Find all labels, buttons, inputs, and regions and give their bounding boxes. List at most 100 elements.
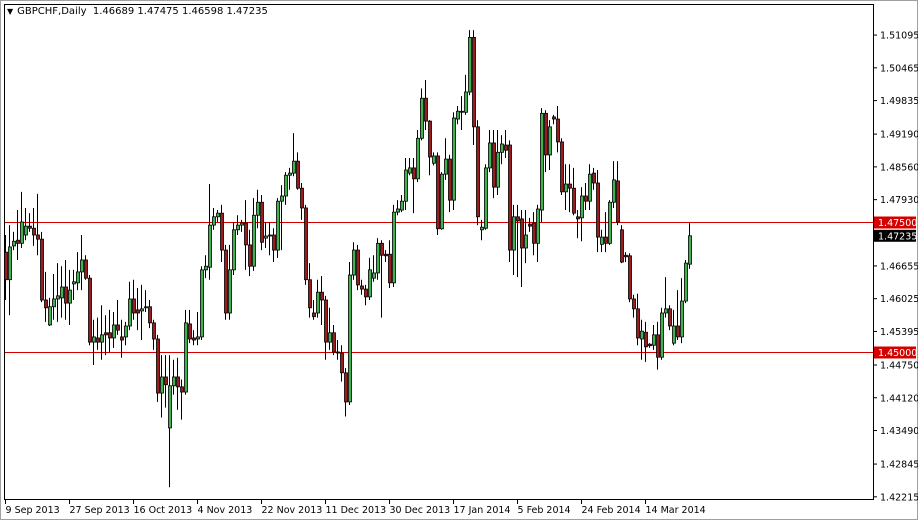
bull-candle-body bbox=[352, 249, 356, 276]
bull-candle-body bbox=[92, 336, 96, 343]
bear-candle-body bbox=[40, 238, 44, 301]
time-tick-label: 30 Dec 2013 bbox=[390, 505, 451, 516]
bear-candle-body bbox=[504, 144, 508, 151]
bull-candle-body bbox=[420, 97, 424, 139]
bear-candle-body bbox=[224, 249, 228, 314]
bull-candle-body bbox=[500, 143, 504, 153]
bear-candle-body bbox=[428, 120, 432, 158]
bear-candle-body bbox=[568, 183, 572, 189]
bear-candle-body bbox=[628, 255, 632, 300]
bull-candle-body bbox=[172, 376, 176, 387]
bull-candle-body bbox=[144, 306, 148, 309]
bear-candle-body bbox=[260, 201, 264, 243]
bull-candle-body bbox=[688, 235, 692, 265]
bull-candle-body bbox=[580, 195, 584, 219]
horizontal-line-price-label: 1.45000 bbox=[878, 348, 917, 359]
bull-candle-body bbox=[196, 336, 200, 340]
bull-candle-body bbox=[160, 376, 164, 394]
bull-candle-body bbox=[368, 269, 372, 298]
bull-candle-body bbox=[276, 200, 280, 251]
bear-candle-body bbox=[188, 323, 192, 340]
bear-candle-body bbox=[36, 234, 40, 240]
bull-candle-body bbox=[52, 298, 56, 308]
symbol-label: GBPCHF,Daily bbox=[17, 6, 87, 17]
bear-candle-body bbox=[44, 299, 48, 309]
bull-candle-body bbox=[348, 274, 352, 403]
bear-candle-body bbox=[644, 331, 648, 348]
price-tick-label: 1.42845 bbox=[880, 460, 918, 471]
bull-candle-body bbox=[468, 37, 472, 93]
bear-candle-body bbox=[360, 285, 364, 290]
bear-candle-body bbox=[32, 227, 36, 236]
bear-candle-body bbox=[528, 223, 532, 227]
bear-candle-body bbox=[648, 343, 652, 347]
bull-candle-body bbox=[548, 126, 552, 156]
bull-candle-body bbox=[452, 117, 456, 201]
bear-candle-body bbox=[624, 254, 628, 258]
bear-candle-body bbox=[552, 116, 556, 120]
bull-candle-body bbox=[588, 173, 592, 202]
bear-candle-body bbox=[332, 332, 336, 353]
candlestick-chart[interactable]: 1.51095 1.50465 1.49835 1.49190 1.48560 1.479… bbox=[0, 0, 918, 520]
bull-candle-body bbox=[400, 200, 404, 211]
candle bbox=[660, 307, 664, 360]
bear-candle-body bbox=[116, 324, 120, 331]
price-axis[interactable]: 1.51095 1.50465 1.49835 1.49190 1.48560 1.479… bbox=[873, 31, 918, 504]
bear-candle-body bbox=[244, 222, 248, 246]
bear-candle-body bbox=[296, 160, 300, 189]
bull-candle-body bbox=[680, 300, 684, 338]
bear-candle-body bbox=[164, 376, 168, 386]
bear-candle-body bbox=[636, 308, 640, 339]
bull-candle-body bbox=[392, 211, 396, 284]
price-tick-label: 1.45395 bbox=[880, 327, 918, 338]
bull-candle-body bbox=[660, 312, 664, 358]
time-tick-label: 22 Nov 2013 bbox=[262, 505, 323, 516]
price-tick-label: 1.46655 bbox=[880, 261, 918, 272]
candle bbox=[156, 334, 160, 402]
bull-candle-body bbox=[480, 226, 484, 231]
bear-candle-body bbox=[220, 212, 224, 251]
bear-candle-body bbox=[16, 239, 20, 244]
bull-candle-body bbox=[640, 330, 644, 340]
bear-candle-body bbox=[300, 187, 304, 209]
bull-candle-body bbox=[208, 224, 212, 268]
bull-candle-body bbox=[140, 308, 144, 312]
bull-candle-body bbox=[288, 172, 292, 176]
bear-candle-body bbox=[436, 155, 440, 230]
price-tick-label: 1.49190 bbox=[880, 130, 918, 141]
bear-candle-body bbox=[192, 337, 196, 341]
candle bbox=[628, 253, 632, 303]
triangle-down-icon[interactable]: ▼ bbox=[7, 7, 13, 16]
bear-candle-body bbox=[324, 299, 328, 343]
bear-candle-body bbox=[460, 110, 464, 113]
bull-candle-body bbox=[20, 221, 24, 244]
bull-candle-body bbox=[432, 155, 436, 164]
bear-candle-body bbox=[148, 306, 152, 324]
bull-candle-body bbox=[684, 262, 688, 302]
bear-candle-body bbox=[356, 249, 360, 286]
bear-candle-body bbox=[492, 142, 496, 188]
bull-candle-body bbox=[56, 295, 60, 300]
bull-candle-body bbox=[416, 137, 420, 180]
bear-candle-body bbox=[84, 259, 88, 279]
bull-candle-body bbox=[444, 158, 448, 175]
price-tick-label: 1.44120 bbox=[880, 393, 918, 404]
bear-candle-body bbox=[632, 298, 636, 310]
candle bbox=[260, 194, 264, 251]
bear-candle-body bbox=[312, 312, 316, 318]
bull-candle-body bbox=[72, 281, 76, 285]
bear-candle-body bbox=[668, 308, 672, 327]
bear-candle-body bbox=[304, 207, 308, 281]
bear-candle-body bbox=[176, 376, 180, 388]
time-tick-label: 11 Dec 2013 bbox=[326, 505, 387, 516]
bear-candle-body bbox=[136, 309, 140, 314]
candle bbox=[200, 266, 204, 341]
bull-candle-body bbox=[284, 174, 288, 197]
time-axis[interactable]: 9 Sep 2013 27 Sep 2013 16 Oct 2013 4 Nov 20… bbox=[5, 500, 706, 516]
bull-candle-body bbox=[372, 272, 376, 279]
price-tick-label: 1.47930 bbox=[880, 195, 918, 206]
bear-candle-body bbox=[576, 216, 580, 220]
time-tick-label: 24 Feb 2014 bbox=[582, 505, 641, 516]
bull-candle-body bbox=[268, 234, 272, 237]
bear-candle-body bbox=[132, 298, 136, 314]
